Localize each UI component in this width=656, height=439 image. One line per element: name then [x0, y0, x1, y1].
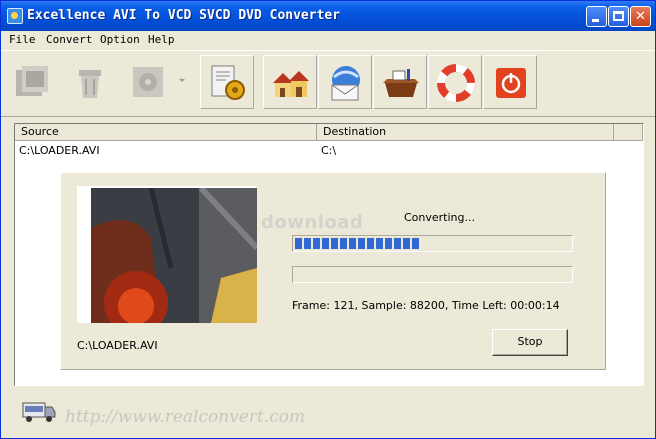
column-header-empty — [614, 124, 643, 141]
video-frame-image — [91, 188, 257, 323]
progress-block — [367, 238, 374, 249]
register-button[interactable] — [373, 55, 427, 109]
website-url[interactable]: http://www.realconvert.com — [65, 407, 305, 427]
minimize-button[interactable] — [586, 6, 607, 27]
van-logo-icon — [22, 402, 56, 422]
menu-file[interactable]: File — [9, 33, 36, 46]
progress-block — [331, 238, 338, 249]
column-header-source[interactable]: Source — [15, 124, 317, 141]
file-list[interactable]: Source Destination C:\LOADER.AVI C:\ dow… — [14, 123, 644, 386]
download-watermark: download — [261, 212, 364, 233]
menu-bar: File Convert Option Help — [1, 31, 655, 50]
column-header-destination[interactable]: Destination — [317, 124, 614, 141]
progress-block — [358, 238, 365, 249]
progress-block — [376, 238, 383, 249]
window-title: Excellence AVI To VCD SVCD DVD Converter — [27, 8, 341, 23]
add-files-icon — [16, 66, 48, 96]
app-icon[interactable] — [7, 8, 23, 24]
row-source[interactable]: C:\LOADER.AVI — [19, 144, 100, 157]
close-button[interactable]: ✕ — [630, 6, 651, 27]
overall-progress-fill — [295, 238, 419, 249]
exit-button[interactable] — [483, 55, 537, 109]
stop-button[interactable]: Stop — [492, 329, 568, 356]
app-window: Excellence AVI To VCD SVCD DVD Converter… — [0, 0, 656, 439]
current-file-label: C:\LOADER.AVI — [77, 339, 158, 352]
progress-block — [295, 238, 302, 249]
chevron-down-icon[interactable] — [179, 79, 185, 82]
progress-block — [340, 238, 347, 249]
progress-block — [304, 238, 311, 249]
video-preview — [77, 186, 257, 323]
minimize-icon — [592, 19, 599, 22]
homepage-icon — [273, 71, 309, 97]
homepage-button[interactable] — [263, 55, 317, 109]
progress-block — [394, 238, 401, 249]
row-destination[interactable]: C:\ — [321, 144, 336, 157]
settings-button[interactable] — [200, 55, 254, 109]
help-button[interactable] — [428, 55, 482, 109]
add-files-button[interactable] — [5, 55, 59, 109]
convert-icon — [133, 67, 163, 97]
close-icon: ✕ — [635, 9, 646, 24]
menu-convert[interactable]: Convert — [46, 33, 92, 46]
title-bar[interactable]: Excellence AVI To VCD SVCD DVD Converter… — [1, 1, 655, 31]
conversion-progress-panel: download Converting... Frame: 121, Sampl… — [60, 172, 606, 370]
menu-option[interactable]: Option — [100, 33, 140, 46]
progress-block — [412, 238, 419, 249]
overall-progress-bar — [292, 235, 573, 252]
maximize-icon — [613, 11, 624, 21]
toolbar — [1, 50, 655, 117]
file-progress-bar — [292, 266, 573, 283]
conversion-stats: Frame: 121, Sample: 88200, Time Left: 00… — [292, 299, 560, 312]
remove-file-icon — [79, 70, 101, 98]
settings-icon — [211, 65, 245, 100]
progress-block — [349, 238, 356, 249]
progress-block — [403, 238, 410, 249]
email-button[interactable] — [318, 55, 372, 109]
register-icon — [383, 69, 419, 97]
maximize-button[interactable] — [608, 6, 629, 27]
progress-block — [385, 238, 392, 249]
status-text: Converting... — [404, 211, 475, 224]
help-lifebuoy-icon — [437, 64, 475, 102]
progress-block — [313, 238, 320, 249]
exit-power-icon — [496, 68, 526, 98]
menu-help[interactable]: Help — [148, 33, 175, 46]
convert-button[interactable] — [123, 55, 189, 109]
progress-block — [322, 238, 329, 249]
remove-file-button[interactable] — [63, 55, 117, 109]
email-icon — [331, 66, 360, 101]
